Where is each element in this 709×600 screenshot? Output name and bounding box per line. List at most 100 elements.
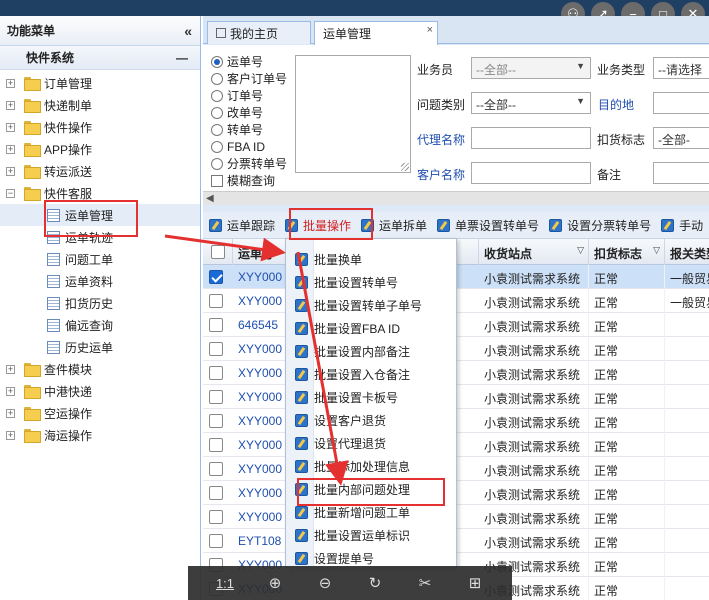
scroll-left-icon[interactable]: ◀ <box>206 193 214 204</box>
radio-change[interactable]: 改单号 <box>211 104 287 121</box>
close-tab-icon[interactable]: × <box>427 24 433 36</box>
radio-button[interactable] <box>211 140 223 153</box>
row-checkbox[interactable] <box>209 294 223 308</box>
row-checkbox[interactable] <box>209 510 223 524</box>
menu-item[interactable]: 批量设置卡板号 <box>286 386 456 409</box>
expand-icon[interactable]: + <box>6 386 15 396</box>
collapse-node-icon[interactable]: − <box>6 188 15 198</box>
radio-customer-order[interactable]: 客户订单号 <box>211 70 287 87</box>
radio-transfer[interactable]: 转单号 <box>211 121 287 138</box>
radio-button[interactable] <box>211 106 223 119</box>
hold-select[interactable]: -全部- <box>653 127 709 149</box>
menu-item[interactable]: 批量设置转单子单号 <box>286 294 456 317</box>
cell-waybill[interactable]: XYY000 <box>233 481 293 505</box>
cell-waybill[interactable]: EYT108 <box>233 529 293 553</box>
tree-item-history-waybill[interactable]: 历史运单 <box>0 336 200 358</box>
cell-waybill[interactable]: XYY000 <box>233 361 293 385</box>
cell-waybill[interactable]: XYY000 <box>233 337 293 361</box>
col-hold[interactable]: 扣货标志 ▽ <box>589 239 665 265</box>
col-customs[interactable]: 报关类型 <box>665 239 709 265</box>
expand-icon[interactable]: + <box>6 430 15 440</box>
save-icon[interactable]: ⊞ <box>461 574 489 592</box>
radio-button[interactable] <box>211 123 223 136</box>
problem-select[interactable]: --全部-- ▼ <box>471 92 591 114</box>
expand-icon[interactable]: + <box>6 166 15 176</box>
cell-waybill[interactable]: 646545 <box>233 313 293 337</box>
row-checkbox[interactable] <box>209 342 223 356</box>
cell-waybill[interactable]: XYY000 <box>233 385 293 409</box>
collapse-icon[interactable]: « <box>184 23 192 39</box>
set-split-transfer-button[interactable]: 设置分票转单号 <box>549 217 651 234</box>
cell-waybill[interactable]: XYY000 <box>233 289 293 313</box>
row-checkbox[interactable] <box>209 318 223 332</box>
horizontal-scrollbar[interactable]: ◀ <box>203 191 709 205</box>
tree-node-query[interactable]: + 查件模块 <box>0 358 200 380</box>
rotate-icon[interactable]: ↻ <box>361 574 389 592</box>
agent-input[interactable] <box>471 127 591 149</box>
cell-waybill[interactable]: XYY000 <box>233 265 293 289</box>
row-checkbox[interactable] <box>209 438 223 452</box>
tree-item-problem-ticket[interactable]: 问题工单 <box>0 248 200 270</box>
waybill-track-button[interactable]: 运单跟踪 <box>209 217 275 234</box>
zoom-in-icon[interactable]: ⊕ <box>261 574 289 592</box>
radio-button[interactable] <box>211 89 223 102</box>
expand-icon[interactable]: + <box>6 364 15 374</box>
row-checkbox[interactable] <box>209 462 223 476</box>
expand-icon[interactable]: + <box>6 100 15 110</box>
tree-node-app[interactable]: + APP操作 <box>0 138 200 160</box>
radio-waybill[interactable]: 运单号 <box>211 53 287 70</box>
menu-item[interactable]: 批量设置FBA ID <box>286 317 456 340</box>
select-all-checkbox[interactable] <box>211 245 225 259</box>
menu-item[interactable]: 批量设置运单标识 <box>286 524 456 547</box>
expand-icon[interactable]: + <box>6 122 15 132</box>
manual-button[interactable]: 手动 <box>661 217 703 234</box>
menu-item[interactable]: 批量添加处理信息 <box>286 455 456 478</box>
cell-waybill[interactable]: XYY000 <box>233 409 293 433</box>
dest-input[interactable] <box>653 92 709 114</box>
row-checkbox[interactable] <box>209 270 223 284</box>
tree-node-operation[interactable]: + 快件操作 <box>0 116 200 138</box>
menu-item[interactable]: 设置代理退货 <box>286 432 456 455</box>
tree-item-remote-query[interactable]: 偏远查询 <box>0 314 200 336</box>
expand-icon[interactable]: + <box>6 144 15 154</box>
zoom-out-icon[interactable]: ⊖ <box>311 574 339 592</box>
cell-waybill[interactable]: XYY000 <box>233 505 293 529</box>
actual-size-button[interactable]: 1:1 <box>211 576 239 591</box>
tab-waybill-mgmt[interactable]: 运单管理 × <box>314 21 438 45</box>
radio-split[interactable]: 分票转单号 <box>211 155 287 172</box>
system-header[interactable]: 快件系统 — <box>0 46 200 70</box>
menu-item[interactable]: 设置客户退货 <box>286 409 456 432</box>
menu-item[interactable]: 批量换单 <box>286 248 456 271</box>
row-checkbox[interactable] <box>209 486 223 500</box>
row-checkbox[interactable] <box>209 414 223 428</box>
row-checkbox[interactable] <box>209 390 223 404</box>
tab-home[interactable]: 我的主页 <box>207 21 311 44</box>
biz-type-select[interactable]: --请选择 <box>653 57 709 79</box>
tree-item-hold-history[interactable]: 扣货历史 <box>0 292 200 314</box>
system-toggle-icon[interactable]: — <box>176 51 188 65</box>
radio-button[interactable] <box>211 72 223 85</box>
radio-button[interactable] <box>211 55 223 68</box>
row-checkbox[interactable] <box>209 366 223 380</box>
sort-dropdown-icon[interactable]: ▽ <box>653 245 660 256</box>
cell-waybill[interactable]: XYY000 <box>233 433 293 457</box>
menu-item[interactable]: 批量设置转单号 <box>286 271 456 294</box>
salesman-select[interactable]: --全部-- ▼ <box>471 57 591 79</box>
expand-icon[interactable]: + <box>6 78 15 88</box>
customer-label[interactable]: 客户名称 <box>417 166 465 183</box>
radio-button[interactable] <box>211 157 223 170</box>
fuzzy-checkbox[interactable] <box>211 174 223 187</box>
dest-label[interactable]: 目的地 <box>598 96 634 113</box>
tree-node-order[interactable]: + 订单管理 <box>0 72 200 94</box>
menu-item[interactable]: 批量设置内部备注 <box>286 340 456 363</box>
set-transfer-no-button[interactable]: 单票设置转单号 <box>437 217 539 234</box>
remark-input[interactable] <box>653 162 709 184</box>
tree-item-waybill-info[interactable]: 运单资料 <box>0 270 200 292</box>
cell-waybill[interactable]: XYY000 <box>233 457 293 481</box>
radio-fba[interactable]: FBA ID <box>211 138 287 155</box>
tree-node-hk[interactable]: + 中港快递 <box>0 380 200 402</box>
row-checkbox[interactable] <box>209 534 223 548</box>
customer-input[interactable] <box>471 162 591 184</box>
select-all-header[interactable] <box>203 239 233 265</box>
tree-node-transfer[interactable]: + 转运派送 <box>0 160 200 182</box>
